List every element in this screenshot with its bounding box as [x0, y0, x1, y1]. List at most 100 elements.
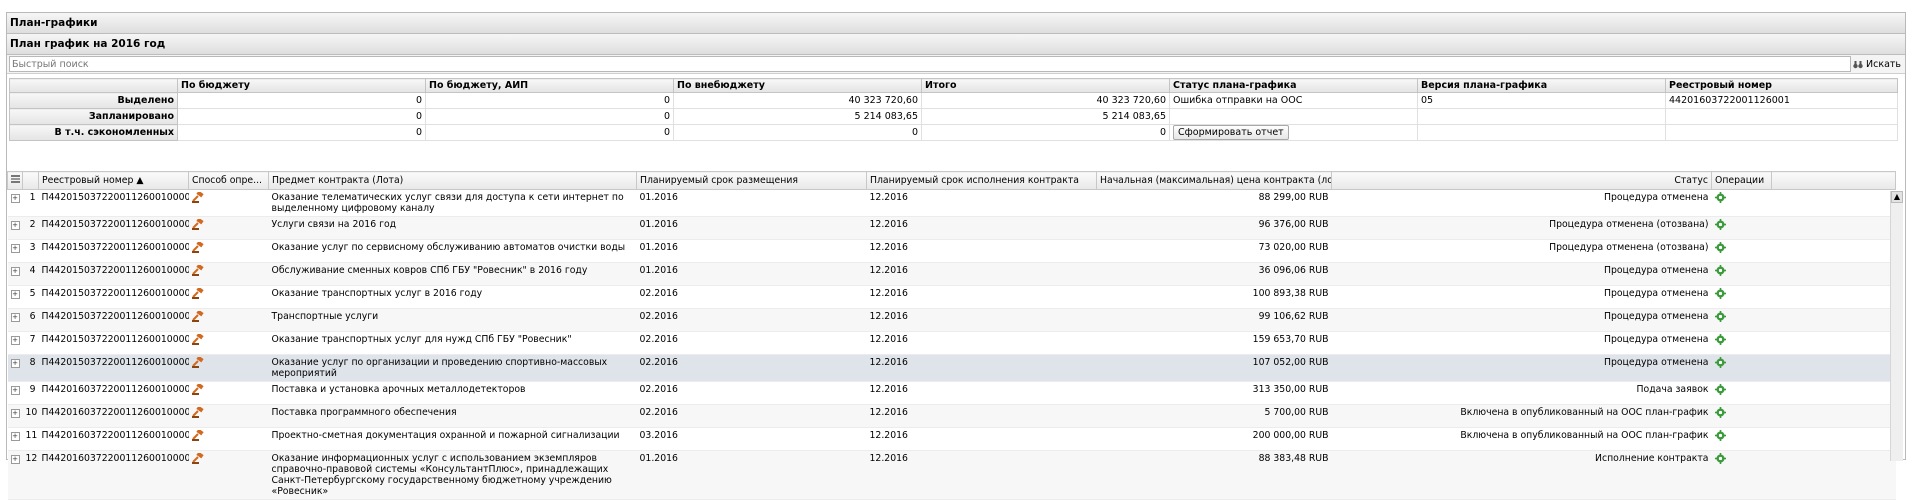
cell-status: Включена в опубликованный на ООС план-гр…: [1331, 427, 1712, 451]
method-cell: [188, 308, 269, 332]
cell-subject: Проектно-сметная документация охранной и…: [268, 427, 637, 451]
cell-n: 5: [22, 285, 39, 309]
cell-n: 4: [22, 262, 39, 286]
gear-operations-icon[interactable]: [1714, 384, 1726, 395]
cell-price: 99 106,62 RUB: [1096, 308, 1332, 332]
summary-cell: 5 214 083,65: [921, 108, 1170, 125]
generate-report-button[interactable]: Сформировать отчет: [1173, 125, 1289, 140]
cell-subject: Услуги связи на 2016 год: [268, 216, 637, 240]
cell-status: Процедура отменена: [1331, 262, 1712, 286]
col-header-reg-number[interactable]: Реестровый номер ▲: [38, 171, 189, 190]
col-header-placement[interactable]: Планируемый срок размещения: [636, 171, 867, 190]
cell-placement: 02.2016: [636, 308, 867, 332]
table-row[interactable]: +9 П44201603722001126001000001 Поставка и …: [7, 381, 1896, 405]
summary-col-reg-number: Реестровый номер: [1665, 78, 1898, 93]
scroll-up-arrow-icon[interactable]: ▲: [1891, 191, 1903, 203]
gear-operations-icon[interactable]: [1714, 334, 1726, 345]
operations-cell: [1711, 189, 1772, 217]
summary-col-offbudget: По внебюджету: [673, 78, 922, 93]
cell-reg: П44201503722001126001000051: [38, 285, 189, 309]
expand-row-icon[interactable]: +: [10, 221, 20, 230]
gear-operations-icon[interactable]: [1714, 265, 1726, 276]
table-row[interactable]: +3 П44201503722001126001000047 Оказание ус…: [7, 239, 1896, 263]
cell-status: Исполнение контракта: [1331, 450, 1712, 500]
auction-hammer-icon: [191, 217, 204, 230]
table-row[interactable]: +4 П44201503722001126001000048 Обслуживани…: [7, 262, 1896, 286]
summary-col-status: Статус плана-графика: [1169, 78, 1418, 93]
expand-row-icon[interactable]: +: [10, 409, 20, 418]
col-header-status[interactable]: Статус: [1331, 171, 1712, 190]
expand-row-icon[interactable]: +: [10, 267, 20, 276]
expand-row-icon[interactable]: +: [10, 359, 20, 368]
cell-subject: Транспортные услуги: [268, 308, 637, 332]
method-cell: [188, 285, 269, 309]
table-row[interactable]: +6 П44201503722001126001000052 Транспортны…: [7, 308, 1896, 332]
table-row[interactable]: +12 П44201603722001126001000004 Оказание и…: [7, 450, 1896, 500]
operations-cell: [1711, 331, 1772, 355]
col-header-method[interactable]: Способ опре...: [188, 171, 269, 190]
plan-version-value: 05: [1417, 92, 1666, 109]
auction-hammer-icon: [191, 263, 204, 276]
col-header-price[interactable]: Начальная (максимальная) цена контракта …: [1096, 171, 1332, 190]
plan-status-value: Ошибка отправки на ООС: [1169, 92, 1418, 109]
col-header-operations[interactable]: Операции: [1711, 171, 1772, 190]
cell-execution: 12.2016: [866, 331, 1097, 355]
cell-reg: П44201603722001126001000004: [38, 450, 189, 500]
auction-hammer-icon: [191, 428, 204, 441]
expand-row-icon[interactable]: +: [10, 290, 20, 299]
cell-reg: П44201603722001126001000001: [38, 381, 189, 405]
cell-subject: Оказание телематических услуг связи для …: [268, 189, 637, 217]
summary-cell: 0: [177, 92, 426, 109]
expand-row-icon[interactable]: +: [10, 386, 20, 395]
cell-price: 107 052,00 RUB: [1096, 354, 1332, 382]
gear-operations-icon[interactable]: [1714, 430, 1726, 441]
panel-title: План-графики: [7, 13, 1905, 34]
cell-execution: 12.2016: [866, 262, 1097, 286]
gear-operations-icon[interactable]: [1714, 407, 1726, 418]
table-row[interactable]: +8 П44201503722001126001000054 Оказание ус…: [7, 354, 1896, 382]
cell-placement: 01.2016: [636, 189, 867, 217]
method-cell: [188, 427, 269, 451]
gear-operations-icon[interactable]: [1714, 311, 1726, 322]
expand-row-icon[interactable]: +: [10, 336, 20, 345]
expand-row-icon[interactable]: +: [10, 432, 20, 441]
operations-cell: [1711, 262, 1772, 286]
table-row[interactable]: +1 П44201503722001126001000044 Оказание те…: [7, 189, 1896, 217]
vertical-scrollbar[interactable]: ▲: [1890, 191, 1903, 461]
plan-positions-grid: Реестровый номер ▲ Способ опре... Предме…: [7, 171, 1905, 500]
cell-reg: П44201503722001126001000046: [38, 216, 189, 240]
gear-operations-icon[interactable]: [1714, 453, 1726, 464]
table-row[interactable]: +11 П44201603722001126001000003 Проектно-с…: [7, 427, 1896, 451]
gear-operations-icon[interactable]: [1714, 288, 1726, 299]
cell-execution: 12.2016: [866, 285, 1097, 309]
table-row[interactable]: +2 П44201503722001126001000046 Услуги связ…: [7, 216, 1896, 240]
cell-execution: 12.2016: [866, 189, 1097, 217]
gear-operations-icon[interactable]: [1714, 219, 1726, 230]
gear-operations-icon[interactable]: [1714, 357, 1726, 368]
cell-subject: Оказание информационных услуг с использо…: [268, 450, 637, 500]
auction-hammer-icon: [191, 451, 204, 464]
gear-operations-icon[interactable]: [1714, 192, 1726, 203]
operations-cell: [1711, 450, 1772, 500]
gear-operations-icon[interactable]: [1714, 242, 1726, 253]
cell-placement: 03.2016: [636, 427, 867, 451]
cell-execution: 12.2016: [866, 239, 1097, 263]
auction-hammer-icon: [191, 355, 204, 368]
search-button-label: Искать: [1866, 58, 1902, 70]
column-settings-icon: [11, 175, 20, 183]
cell-price: 88 299,00 RUB: [1096, 189, 1332, 217]
table-row[interactable]: +5 П44201503722001126001000051 Оказание тр…: [7, 285, 1896, 309]
expand-row-icon[interactable]: +: [10, 244, 20, 253]
search-button[interactable]: Искать: [1853, 59, 1905, 70]
col-header-subject[interactable]: Предмет контракта (Лота): [268, 171, 637, 190]
auction-hammer-icon: [191, 405, 204, 418]
column-chooser[interactable]: [7, 171, 23, 190]
expand-row-icon[interactable]: +: [10, 194, 20, 203]
table-row[interactable]: +10 П44201603722001126001000002 Поставка п…: [7, 404, 1896, 428]
quick-search-input[interactable]: [9, 56, 1851, 72]
summary-cell: 0: [425, 124, 674, 141]
cell-n: 3: [22, 239, 39, 263]
table-row[interactable]: +7 П44201503722001126001000053 Оказание тр…: [7, 331, 1896, 355]
expand-row-icon[interactable]: +: [10, 313, 20, 322]
col-header-execution[interactable]: Планируемый срок исполнения контракта: [866, 171, 1097, 190]
